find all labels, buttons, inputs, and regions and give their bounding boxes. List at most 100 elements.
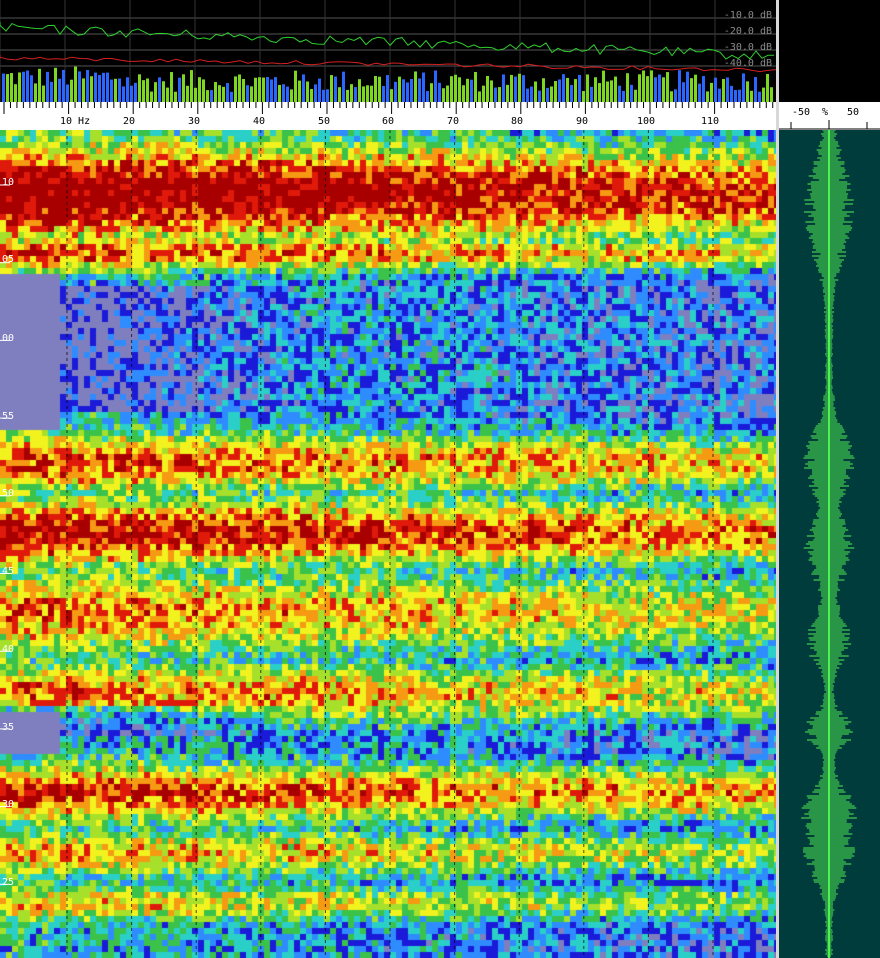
spectrum-bar — [186, 85, 189, 102]
spectrum-bar — [550, 86, 553, 102]
spectrum-bar — [94, 72, 97, 102]
spectrum-bar — [498, 87, 501, 102]
spectrum-bar — [150, 91, 153, 102]
spectrum-bar — [306, 81, 309, 102]
spectrum-bar — [282, 84, 285, 102]
time-label-45: 45 — [2, 566, 15, 577]
spectrum-bar — [158, 77, 161, 102]
spectrum-bar — [462, 85, 465, 102]
spectrum-bar — [110, 79, 113, 102]
spectrum-bar — [546, 87, 549, 102]
spectrum-bar — [170, 72, 173, 102]
spectrum-bar — [754, 77, 757, 102]
spectrum-bar — [478, 91, 481, 102]
spectrum-bar — [554, 81, 557, 102]
spectrum-bar — [78, 71, 81, 102]
spectrum-bar — [694, 74, 697, 102]
spectrum-bar — [362, 86, 365, 102]
spectrum-bar — [534, 81, 537, 102]
amplitude-ticks — [779, 120, 880, 130]
spectrum-bar — [602, 70, 605, 102]
spectrum-bar — [142, 80, 145, 102]
spectrum-bar — [714, 77, 717, 102]
spectrum-bar — [378, 76, 381, 102]
spectrum-bar — [558, 79, 561, 102]
spectrum-bar — [526, 88, 529, 102]
frequency-ruler[interactable]: 10 Hz 20 30 40 50 60 70 80 90 100 110 — [0, 102, 776, 130]
spectrum-bar — [134, 82, 137, 102]
spectrum-bar — [518, 73, 521, 102]
spectrum-bar — [470, 79, 473, 102]
db-label-10: -10.0 dB — [723, 10, 772, 21]
spectrum-bar — [474, 71, 477, 102]
spectrum-bar — [390, 89, 393, 102]
time-label-35: 35 — [2, 722, 15, 733]
freq-label-40: 40 — [253, 116, 266, 127]
db-label-40: -40.0 dB — [723, 58, 772, 69]
spectrum-bar — [762, 87, 765, 102]
spectrum-bar — [190, 70, 193, 102]
spectrum-bar — [222, 86, 225, 102]
spectrum-bar — [106, 72, 109, 102]
spectrum-bar — [46, 71, 49, 102]
spectrum-bar — [266, 76, 269, 102]
spectrum-bar — [70, 79, 73, 102]
spectrum-bar — [258, 77, 261, 102]
spectrum-bar — [18, 72, 21, 102]
spectrum-bar — [366, 85, 369, 102]
time-label-00: 00 — [2, 333, 15, 344]
freq-label-50: 50 — [318, 116, 331, 127]
spectrum-bar — [586, 74, 589, 102]
spectrum-bar — [490, 80, 493, 102]
spectrum-bar — [742, 73, 745, 102]
spectrum-bar — [294, 70, 297, 102]
spectrum-bar — [622, 90, 625, 102]
spectrum-bar — [238, 74, 241, 102]
spectrum-bar — [370, 85, 373, 102]
spectrum-bar — [250, 86, 253, 102]
spectrum-bar — [6, 74, 9, 102]
spectrum-bar — [626, 73, 629, 102]
spectrum-bar — [566, 77, 569, 102]
spectrum-bar — [126, 77, 129, 102]
spectrogram-view[interactable]: 10 05 00 55 50 45 40 35 30 25 — [0, 130, 776, 958]
spectrum-bar — [510, 74, 513, 102]
spectrum-bar — [398, 76, 401, 102]
spectrum-bar — [154, 82, 157, 102]
spectrum-bar — [458, 77, 461, 102]
db-label-30: -30.0 dB — [723, 42, 772, 53]
waveform-trace — [801, 130, 857, 958]
spectrum-bar — [394, 81, 397, 102]
spectrum-bar — [346, 89, 349, 102]
spectrum-bar — [326, 89, 329, 102]
spectrum-bar — [30, 75, 33, 102]
freq-label-30: 30 — [188, 116, 201, 127]
spectrum-bar — [766, 73, 769, 102]
spectrum-bar — [738, 89, 741, 102]
time-label-25: 25 — [2, 877, 15, 888]
spectrum-bar — [26, 70, 29, 102]
spectrum-bar — [314, 84, 317, 102]
spectrum-bar — [702, 76, 705, 102]
freq-label-90: 90 — [576, 116, 589, 127]
spectrum-bar — [454, 74, 457, 102]
spectrum-bar — [674, 89, 677, 102]
spectrum-bar — [698, 83, 701, 102]
spectrum-bar — [310, 89, 313, 102]
spectrum-bar — [318, 78, 321, 102]
spectrum-bar — [606, 81, 609, 102]
spectrum-bar — [246, 85, 249, 102]
spectrum-bar — [322, 89, 325, 102]
spectrum-graph — [0, 0, 776, 102]
spectrum-bar — [610, 80, 613, 102]
spectrum-bar — [630, 84, 633, 102]
spectrum-bar — [286, 86, 289, 102]
spectrum-bar — [574, 79, 577, 102]
spectrum-bar — [58, 78, 61, 102]
spectrum-bar — [770, 87, 773, 102]
spectrum-bar — [90, 76, 93, 102]
waveform-view[interactable] — [779, 130, 880, 958]
spectrum-bar — [234, 76, 237, 102]
spectrum-bar — [162, 81, 165, 102]
waveform-header — [779, 0, 880, 102]
